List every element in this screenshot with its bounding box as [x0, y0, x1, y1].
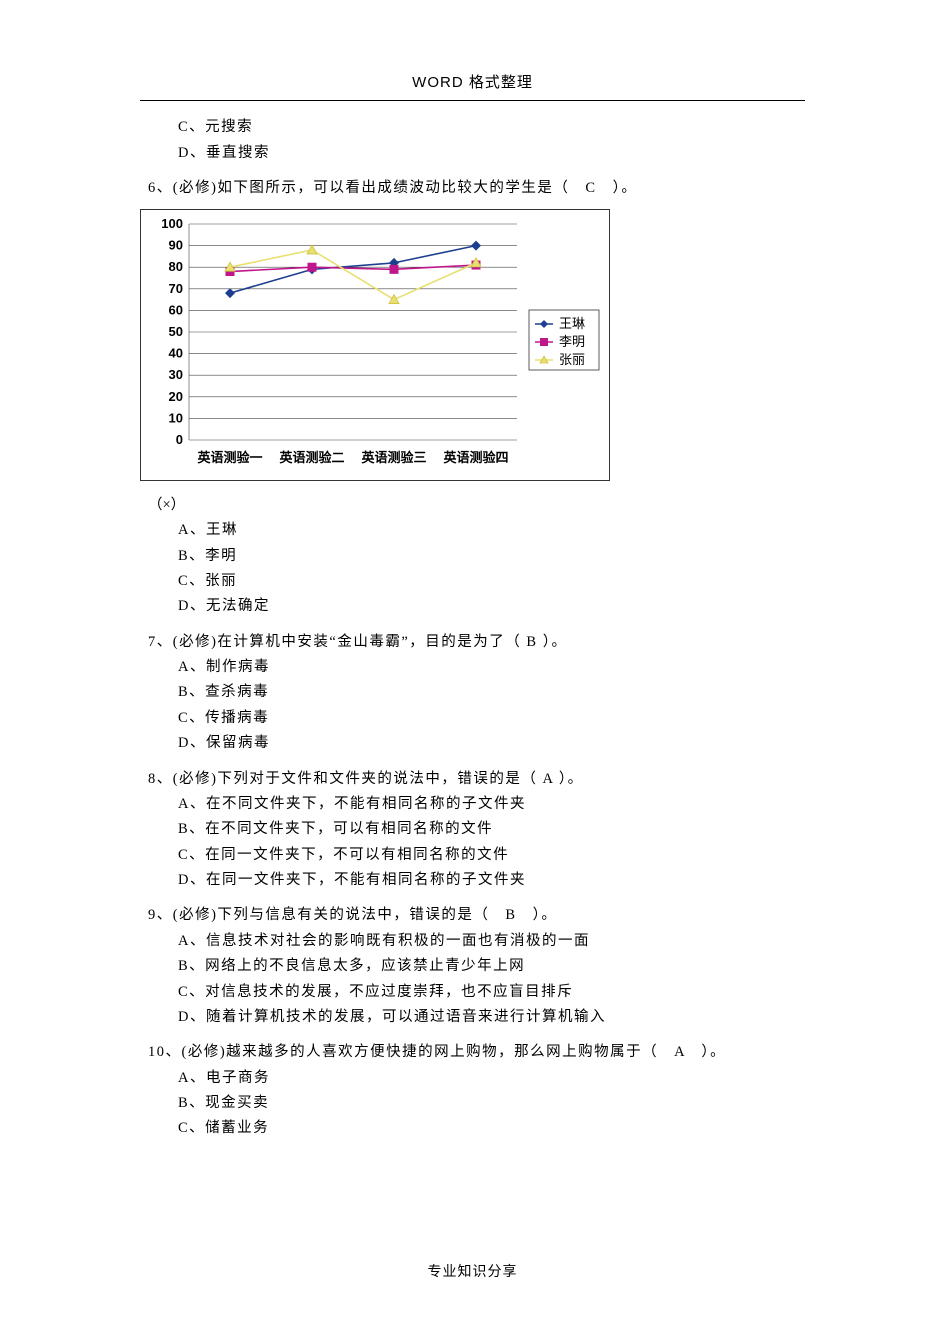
q8-option-b: B、在不同文件夹下，可以有相同名称的文件 — [178, 817, 805, 842]
svg-text:英语测验一: 英语测验一 — [196, 450, 262, 465]
q6-option-c: C、张丽 — [178, 569, 805, 594]
prev-question-options: C、元搜索 D、垂直搜索 — [178, 115, 805, 166]
svg-text:40: 40 — [169, 346, 183, 361]
svg-text:60: 60 — [169, 303, 183, 318]
q7-option-d: D、保留病毒 — [178, 731, 805, 756]
svg-text:英语测验四: 英语测验四 — [442, 450, 508, 465]
q6-option-d: D、无法确定 — [178, 594, 805, 619]
svg-text:50: 50 — [169, 324, 183, 339]
chart-svg: 0 10 20 30 40 50 60 70 80 90 100 英语测验一 英语测验二 英语测验三 英语测… — [140, 209, 610, 481]
option-c: C、元搜索 — [178, 115, 805, 140]
svg-text:0: 0 — [176, 432, 183, 447]
question-8-stem: 8、(必修)下列对于文件和文件夹的说法中，错误的是（ A ）。 — [148, 767, 805, 792]
q6-option-a: A、王琳 — [178, 518, 805, 543]
line-chart: 0 10 20 30 40 50 60 70 80 90 100 英语测验一 英语测验二 英语测验三 英语测… — [140, 209, 805, 490]
option-d: D、垂直搜索 — [178, 141, 805, 166]
svg-text:英语测验二: 英语测验二 — [278, 450, 344, 465]
svg-text:张丽: 张丽 — [559, 352, 585, 367]
svg-text:70: 70 — [169, 281, 183, 296]
q10-option-c: C、储蓄业务 — [178, 1116, 805, 1141]
question-9: 9、(必修)下列与信息有关的说法中，错误的是（ B ）。 A、信息技术对社会的影… — [140, 903, 805, 1030]
svg-text:10: 10 — [169, 411, 183, 426]
svg-text:100: 100 — [161, 216, 183, 231]
question-7: 7、(必修)在计算机中安装“金山毒霸”，目的是为了（ B ）。 A、制作病毒 B… — [140, 630, 805, 757]
q9-option-d: D、随着计算机技术的发展，可以通过语音来进行计算机输入 — [178, 1005, 805, 1030]
q9-option-b: B、网络上的不良信息太多，应该禁止青少年上网 — [178, 954, 805, 979]
q7-option-b: B、查杀病毒 — [178, 680, 805, 705]
svg-text:李明: 李明 — [559, 334, 585, 349]
question-6-stem: 6、(必修)如下图所示，可以看出成绩波动比较大的学生是（ C ）。 — [148, 176, 805, 201]
svg-text:90: 90 — [169, 238, 183, 253]
question-9-stem: 9、(必修)下列与信息有关的说法中，错误的是（ B ）。 — [148, 903, 805, 928]
q9-option-c: C、对信息技术的发展，不应过度崇拜，也不应盲目排斥 — [178, 980, 805, 1005]
q8-option-a: A、在不同文件夹下，不能有相同名称的子文件夹 — [178, 792, 805, 817]
q10-option-b: B、现金买卖 — [178, 1091, 805, 1116]
svg-text:30: 30 — [169, 368, 183, 383]
page-header: WORD 格式整理 — [140, 70, 805, 101]
svg-text:英语测验三: 英语测验三 — [360, 450, 426, 465]
svg-text:80: 80 — [169, 260, 183, 275]
q7-option-c: C、传播病毒 — [178, 706, 805, 731]
question-10-stem: 10、(必修)越来越多的人喜欢方便快捷的网上购物，那么网上购物属于（ A ）。 — [148, 1040, 805, 1065]
q10-option-a: A、电子商务 — [178, 1066, 805, 1091]
question-10: 10、(必修)越来越多的人喜欢方便快捷的网上购物，那么网上购物属于（ A ）。 … — [140, 1040, 805, 1142]
question-6: 6、(必修)如下图所示，可以看出成绩波动比较大的学生是（ C ）。 0 10 20 3… — [140, 176, 805, 620]
q6-option-b: B、李明 — [178, 544, 805, 569]
question-6-note: （×） — [148, 493, 805, 518]
question-8: 8、(必修)下列对于文件和文件夹的说法中，错误的是（ A ）。 A、在不同文件夹… — [140, 767, 805, 894]
question-7-stem: 7、(必修)在计算机中安装“金山毒霸”，目的是为了（ B ）。 — [148, 630, 805, 655]
document-page: WORD 格式整理 C、元搜索 D、垂直搜索 6、(必修)如下图所示，可以看出成… — [0, 0, 945, 1337]
q7-option-a: A、制作病毒 — [178, 655, 805, 680]
q8-option-c: C、在同一文件夹下，不可以有相同名称的文件 — [178, 843, 805, 868]
q9-option-a: A、信息技术对社会的影响既有积极的一面也有消极的一面 — [178, 929, 805, 954]
page-footer: 专业知识分享 — [0, 1259, 945, 1284]
q8-option-d: D、在同一文件夹下，不能有相同名称的子文件夹 — [178, 868, 805, 893]
svg-text:王琳: 王琳 — [559, 316, 585, 331]
svg-text:20: 20 — [169, 389, 183, 404]
